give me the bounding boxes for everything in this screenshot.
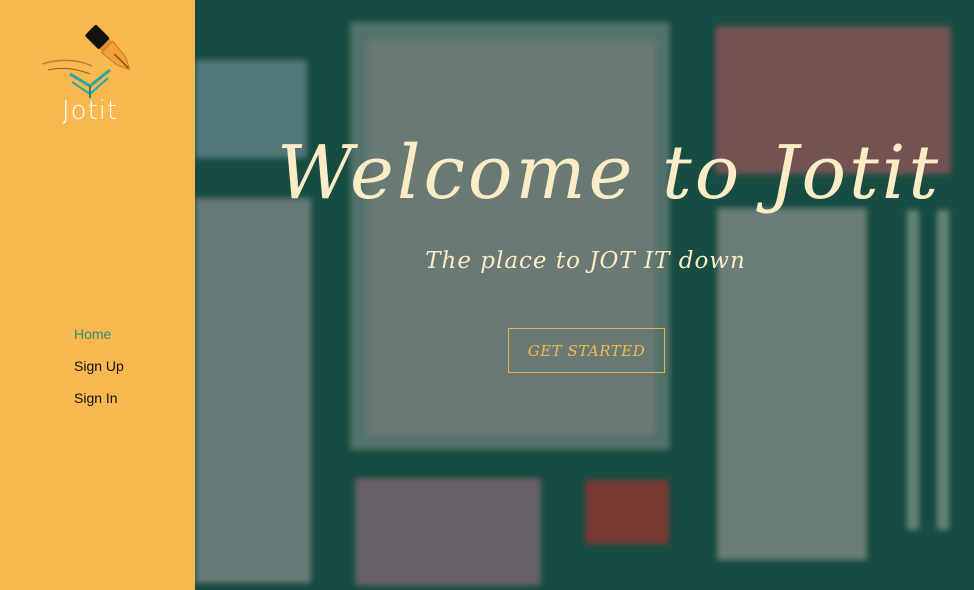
nav-link-sign-in[interactable]: Sign In bbox=[74, 382, 124, 414]
nav-list: Home Sign Up Sign In bbox=[74, 318, 124, 414]
logo-link[interactable]: Jotit bbox=[40, 14, 140, 126]
brand-name: Jotit bbox=[62, 96, 119, 126]
sidebar: Jotit Home Sign Up Sign In bbox=[0, 0, 195, 590]
nav-link-home[interactable]: Home bbox=[74, 318, 124, 350]
nav-link-sign-up[interactable]: Sign Up bbox=[74, 350, 124, 382]
nav-item-sign-in: Sign In bbox=[74, 382, 124, 414]
hero-subtitle: The place to JOT IT down bbox=[425, 248, 746, 274]
fountain-pen-icon bbox=[41, 25, 131, 98]
nav-item-home: Home bbox=[74, 318, 124, 350]
hero-section: Welcome to Jotit The place to JOT IT dow… bbox=[195, 0, 974, 590]
nav-item-sign-up: Sign Up bbox=[74, 350, 124, 382]
hero-title: Welcome to Jotit bbox=[277, 130, 942, 216]
get-started-button[interactable]: GET STARTED bbox=[508, 328, 665, 373]
